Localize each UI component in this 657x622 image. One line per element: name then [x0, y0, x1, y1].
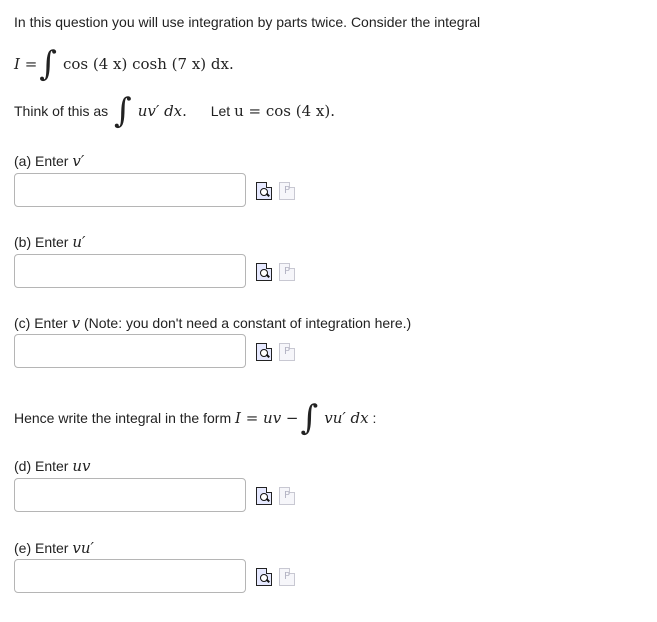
think-integral-symbol: ∫ [114, 91, 132, 131]
part-e-label: (e) Enter vu′ [14, 538, 94, 558]
part-c-text: (c) Enter [14, 315, 68, 331]
help-glyph: P [284, 346, 291, 357]
hence-line: Hence write the integral in the form I =… [14, 398, 377, 438]
preview-magnifier-icon[interactable] [256, 568, 272, 586]
integral-end: . [229, 55, 234, 73]
answer-input-e[interactable] [14, 559, 246, 593]
integrand: cos (4 x) cosh (7 x) dx [62, 55, 229, 73]
part-e-text: (e) Enter [14, 540, 69, 556]
intro-text: In this question you will use integratio… [14, 14, 481, 30]
think-line: Think of this as ∫ uv′ dx. Let u = cos (4… [14, 91, 335, 131]
help-glyph: P [284, 490, 291, 501]
think-expr: uv′ dx [137, 102, 183, 120]
part-c-label: (c) Enter v (Note: you don't need a cons… [14, 313, 411, 333]
part-e-var: vu′ [72, 539, 94, 557]
preview-magnifier-icon[interactable] [256, 182, 272, 200]
help-glyph: P [284, 185, 291, 196]
help-document-icon[interactable]: P [279, 263, 295, 281]
part-c-note: (Note: you don't need a constant of inte… [83, 315, 412, 331]
part-a-label: (a) Enter v′ [14, 151, 84, 171]
part-b-text: (b) Enter [14, 234, 69, 250]
part-d-var: uv [72, 457, 91, 475]
let-expr: u = cos (4 x) [234, 102, 331, 120]
part-c-var: v [71, 314, 81, 332]
help-document-icon[interactable]: P [279, 568, 295, 586]
part-b-label: (b) Enter u′ [14, 232, 85, 252]
hence-form: I = uv − [235, 409, 299, 427]
hence-expr: vu′ dx [324, 409, 369, 427]
let-label: Let [210, 103, 231, 119]
part-a-var: v′ [72, 152, 85, 170]
think-end: . [182, 102, 187, 120]
integral-symbol: ∫ [39, 44, 57, 84]
think-prefix: Think of this as [14, 103, 109, 119]
help-glyph: P [284, 266, 291, 277]
answer-input-b[interactable] [14, 254, 246, 288]
hence-integral-symbol: ∫ [300, 398, 319, 438]
preview-magnifier-icon[interactable] [256, 263, 272, 281]
help-document-icon[interactable]: P [279, 182, 295, 200]
part-a-text: (a) Enter [14, 153, 69, 169]
preview-magnifier-icon[interactable] [256, 487, 272, 505]
answer-input-d[interactable] [14, 478, 246, 512]
hence-prefix: Hence write the integral in the form [14, 410, 232, 426]
part-d-text: (d) Enter [14, 458, 69, 474]
help-document-icon[interactable]: P [279, 487, 295, 505]
let-end: . [330, 102, 335, 120]
hence-end: : [372, 410, 377, 426]
part-d-label: (d) Enter uv [14, 456, 91, 476]
help-glyph: P [284, 571, 291, 582]
answer-input-a[interactable] [14, 173, 246, 207]
part-b-var: u′ [72, 233, 86, 251]
integral-definition: I =∫ cos (4 x) cosh (7 x) dx. [14, 44, 234, 84]
preview-magnifier-icon[interactable] [256, 343, 272, 361]
integral-lhs: I = [14, 55, 38, 73]
help-document-icon[interactable]: P [279, 343, 295, 361]
answer-input-c[interactable] [14, 334, 246, 368]
